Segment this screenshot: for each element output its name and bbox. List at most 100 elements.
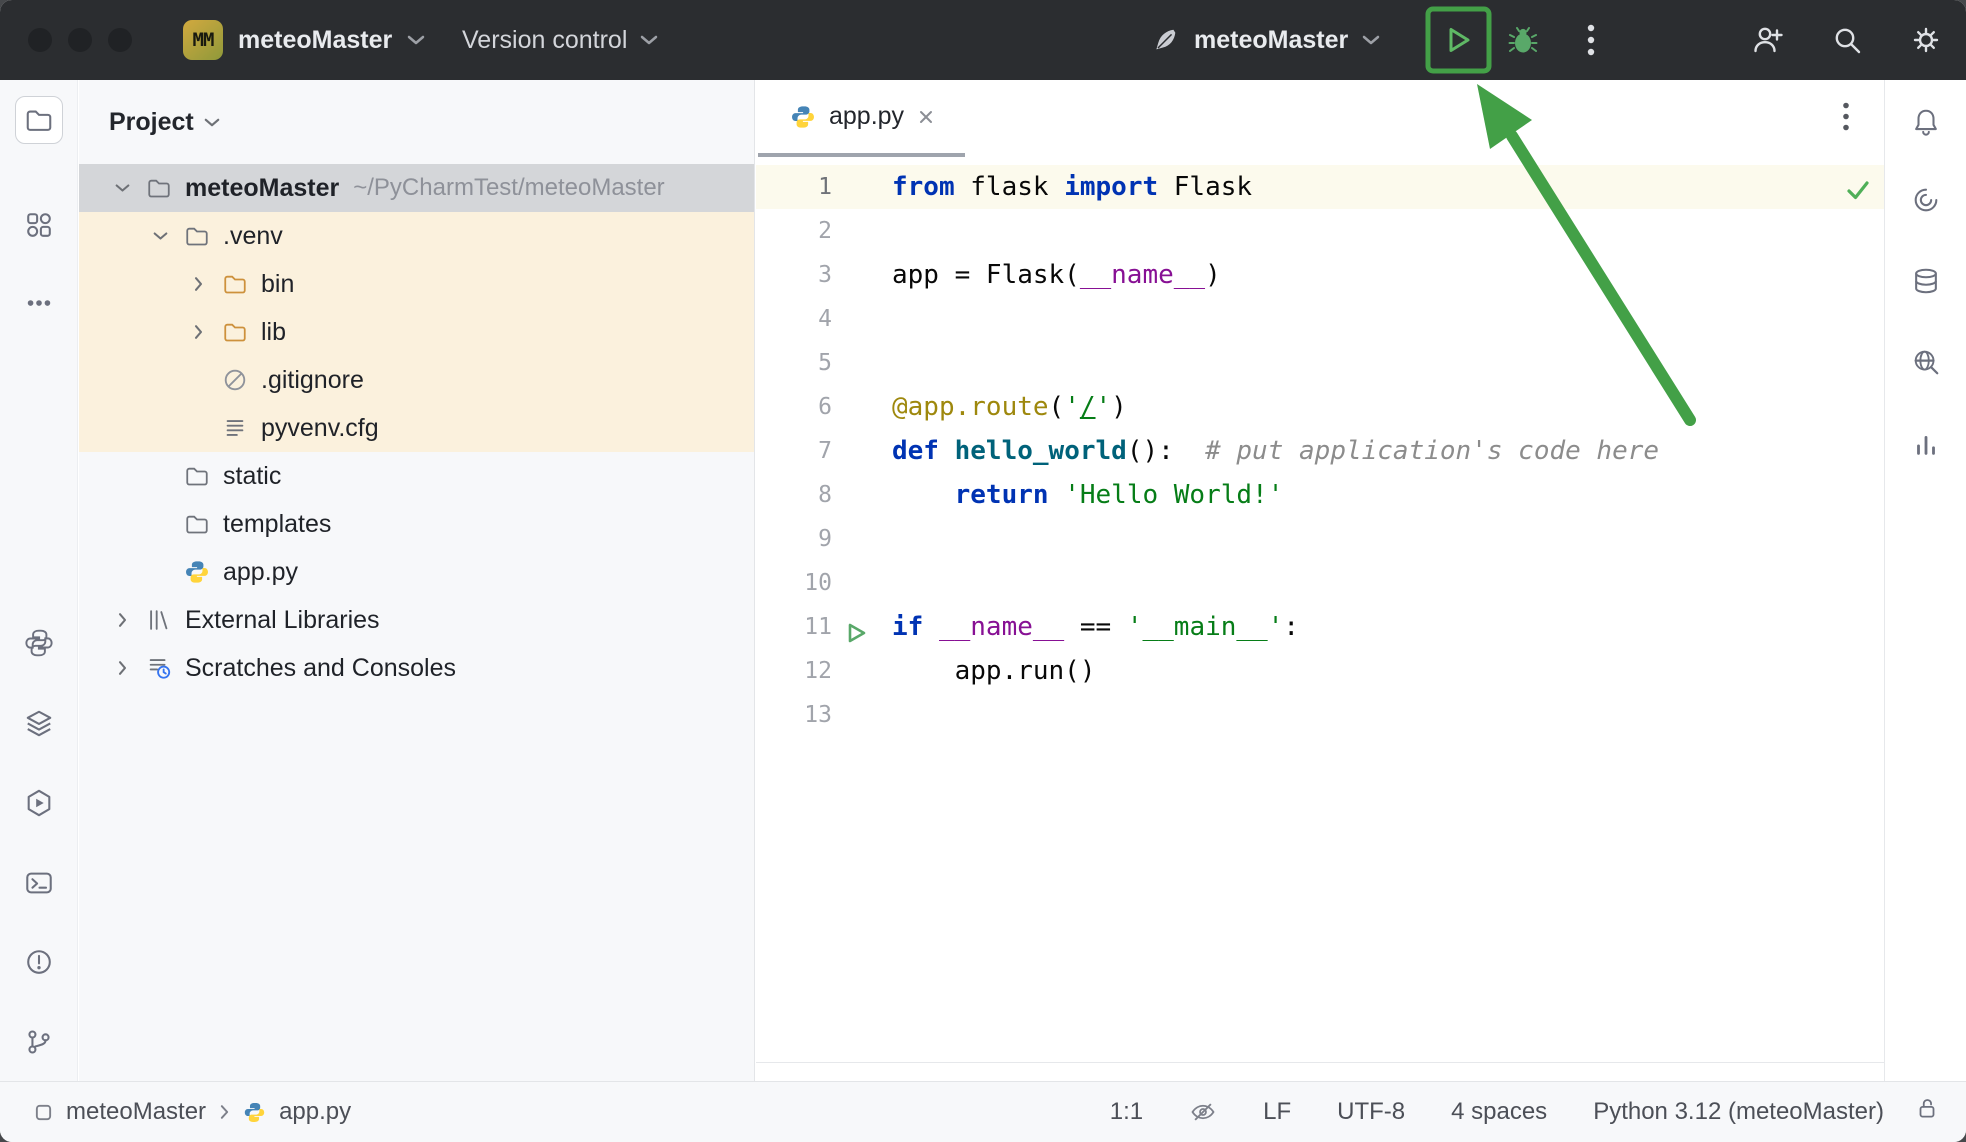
problems-tool-button[interactable] — [15, 938, 63, 986]
python-packages-tool-button[interactable] — [15, 619, 63, 667]
services-play-icon — [24, 788, 54, 818]
indent-style[interactable]: 4 spaces — [1451, 1098, 1547, 1126]
breadcrumb-file[interactable]: app.py — [279, 1098, 351, 1126]
code-line: 12 app.run() — [756, 649, 1884, 693]
window-minimize-button[interactable] — [68, 28, 92, 52]
python-interpreter[interactable]: Python 3.12 (meteoMaster) — [1593, 1098, 1884, 1126]
version-control-menu[interactable]: Version control — [462, 0, 658, 80]
chevron-right-icon[interactable] — [109, 663, 135, 673]
tree-item-label: static — [223, 462, 281, 491]
project-tool-button[interactable] — [15, 96, 63, 144]
structure-tool-button[interactable] — [15, 201, 63, 249]
code-line: 13 — [756, 693, 1884, 737]
terminal-icon — [24, 868, 54, 898]
line-number: 12 — [756, 649, 832, 693]
code-text: from flask import Flask — [892, 165, 1252, 209]
code-text: def hello_world(): # put application's c… — [892, 429, 1659, 473]
problems-icon — [24, 947, 54, 977]
tab-app-py[interactable]: app.py — [758, 80, 965, 157]
tree-item-label: lib — [261, 318, 286, 347]
window-zoom-button[interactable] — [108, 28, 132, 52]
folder-icon — [183, 223, 211, 249]
highlighting-eye-icon[interactable] — [1189, 1098, 1217, 1126]
code-with-me-button[interactable] — [1745, 17, 1791, 63]
chevron-down-icon — [204, 117, 220, 128]
version-control-tool-button[interactable] — [15, 1018, 63, 1066]
tab-options-button[interactable] — [1842, 101, 1850, 136]
settings-button[interactable] — [1903, 17, 1949, 63]
ai-assistant-button[interactable] — [1902, 176, 1950, 224]
python-file-icon — [243, 1101, 266, 1124]
tree-item-templates[interactable]: templates — [79, 500, 754, 548]
debug-button[interactable] — [1500, 17, 1546, 63]
ai-assistant-icon — [1911, 185, 1941, 215]
code-line: 6 @app.route('/') — [756, 385, 1884, 429]
tree-item-bin[interactable]: bin — [79, 260, 754, 308]
chart-button[interactable] — [1902, 420, 1950, 468]
bug-icon — [1507, 24, 1539, 56]
code-editor[interactable]: 1 from flask import Flask 2 3 app = Flas… — [756, 157, 1884, 737]
python-file-icon — [183, 559, 211, 585]
bell-icon — [1911, 107, 1941, 137]
status-bar: meteoMaster app.py 1:1 LF UTF-8 4 spaces… — [0, 1081, 1966, 1142]
tree-item-pyvenv-cfg[interactable]: pyvenv.cfg — [79, 404, 754, 452]
run-button[interactable] — [1435, 17, 1481, 63]
project-panel-header[interactable]: Project — [79, 80, 754, 164]
tree-item-static[interactable]: static — [79, 452, 754, 500]
project-tree: meteoMaster ~/PyCharmTest/meteoMaster .v… — [79, 164, 754, 692]
editor-bottom-divider — [756, 1062, 1884, 1063]
code-line: 11 if __name__ == '__main__': — [756, 605, 1884, 649]
project-panel-title: Project — [109, 108, 194, 137]
project-widget[interactable]: MM meteoMaster — [183, 0, 425, 80]
tree-item-label: External Libraries — [185, 606, 380, 635]
layers-icon — [24, 708, 54, 738]
code-line: 3 app = Flask(__name__) — [756, 253, 1884, 297]
inspections-check-icon[interactable] — [1844, 176, 1872, 209]
chevron-right-icon[interactable] — [109, 615, 135, 625]
tree-item-external-libraries[interactable]: External Libraries — [79, 596, 754, 644]
chevron-down-icon — [407, 34, 425, 46]
search-button[interactable] — [1824, 17, 1870, 63]
notifications-button[interactable] — [1902, 98, 1950, 146]
window-close-button[interactable] — [28, 28, 52, 52]
line-number: 11 — [756, 605, 832, 649]
line-number: 3 — [756, 253, 832, 297]
terminal-tool-button[interactable] — [15, 859, 63, 907]
gear-icon — [1910, 24, 1942, 56]
tree-item-app-py[interactable]: app.py — [79, 548, 754, 596]
web-search-button[interactable] — [1902, 338, 1950, 386]
project-mini-icon — [34, 1103, 53, 1122]
layers-tool-button[interactable] — [15, 699, 63, 747]
code-line: 1 from flask import Flask — [756, 165, 1884, 209]
services-tool-button[interactable] — [15, 779, 63, 827]
line-separator[interactable]: LF — [1263, 1098, 1291, 1126]
status-widgets: 1:1 LF UTF-8 4 spaces Python 3.12 (meteo… — [1110, 1082, 1884, 1142]
breadcrumb-project[interactable]: meteoMaster — [66, 1098, 206, 1126]
chevron-down-icon[interactable] — [147, 231, 173, 241]
caret-position[interactable]: 1:1 — [1110, 1098, 1143, 1126]
more-tool-windows-button[interactable] — [15, 279, 63, 327]
code-text: @app.route('/') — [892, 385, 1127, 429]
chevron-right-icon[interactable] — [185, 327, 211, 337]
line-number: 10 — [756, 561, 832, 605]
tree-item-meteomaster[interactable]: meteoMaster ~/PyCharmTest/meteoMaster — [79, 164, 754, 212]
tab-close-icon[interactable] — [917, 108, 935, 126]
line-number: 7 — [756, 429, 832, 473]
file-encoding[interactable]: UTF-8 — [1337, 1098, 1405, 1126]
run-line-icon[interactable] — [844, 615, 868, 639]
more-options-button[interactable] — [1568, 17, 1614, 63]
chevron-right-icon[interactable] — [185, 279, 211, 289]
ignored-file-icon — [221, 367, 249, 393]
tree-item-venv[interactable]: .venv — [79, 212, 754, 260]
project-name: meteoMaster — [238, 26, 392, 55]
tree-item-lib[interactable]: lib — [79, 308, 754, 356]
folder-icon — [145, 175, 173, 201]
tree-item-label: templates — [223, 510, 331, 539]
tree-item-scratches-and-consoles[interactable]: Scratches and Consoles — [79, 644, 754, 692]
database-button[interactable] — [1902, 257, 1950, 305]
run-config-selector[interactable]: meteoMaster — [1150, 0, 1380, 80]
editor-area[interactable]: app.py 1 from flask import Flask 2 3 app… — [756, 80, 1884, 1081]
tree-item-gitignore[interactable]: .gitignore — [79, 356, 754, 404]
write-access-lock-icon[interactable] — [1914, 1096, 1940, 1129]
chevron-down-icon[interactable] — [109, 183, 135, 193]
